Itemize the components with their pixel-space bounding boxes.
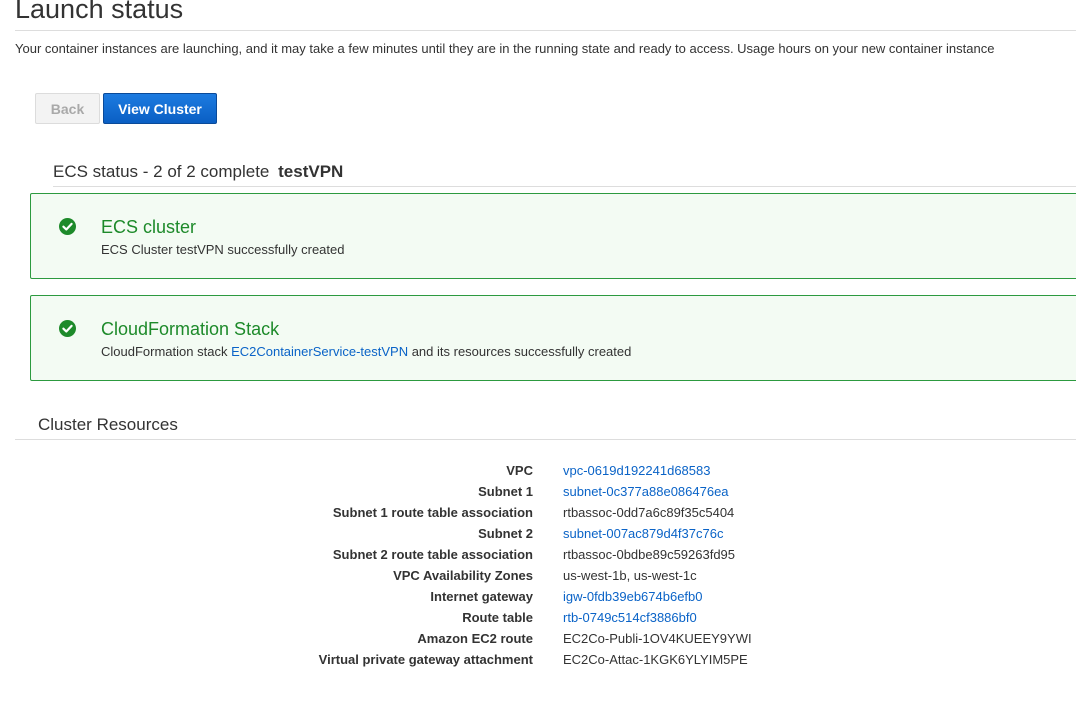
resource-row: Amazon EC2 route EC2Co-Publi-1OV4KUEEY9YW… <box>0 629 1076 650</box>
resource-value-link[interactable]: subnet-007ac879d4f37c76c <box>563 526 723 541</box>
ecs-status-divider <box>53 186 1076 187</box>
resource-label: Subnet 2 route table association <box>332 547 533 562</box>
resource-value: EC2Co-Publi-1OV4KUEEY9YWI <box>563 631 752 646</box>
status-card-title: ECS cluster <box>101 217 197 237</box>
resource-label: VPC Availability Zones <box>393 568 533 583</box>
resource-label: Subnet 1 <box>478 484 533 499</box>
status-card-ecs-cluster: ECS cluster ECS Cluster testVPN successf… <box>30 193 1076 279</box>
resource-row: Internet gateway igw-0fdb39eb674b6efb0 <box>0 587 1076 608</box>
resource-label: Amazon EC2 route <box>417 631 533 646</box>
resource-row: Virtual private gateway attachment EC2Co-… <box>0 650 1076 671</box>
ecs-status-progress: ECS status - 2 of 2 complete <box>53 162 270 181</box>
check-circle-icon <box>59 320 76 337</box>
back-button[interactable]: Back <box>35 93 100 124</box>
title-divider <box>15 30 1076 31</box>
cluster-resources-heading: Cluster Resources <box>38 415 178 434</box>
resource-value-link[interactable]: rtb-0749c514cf3886bf0 <box>563 610 697 625</box>
resource-row: Route table rtb-0749c514cf3886bf0 <box>0 608 1076 629</box>
resource-label: VPC <box>506 463 533 478</box>
cluster-resources-divider <box>15 439 1076 440</box>
status-card-text-before: CloudFormation stack <box>101 344 232 359</box>
resource-row: Subnet 2 subnet-007ac879d4f37c76c <box>0 524 1076 545</box>
resource-label: Internet gateway <box>430 589 533 604</box>
resource-value-link[interactable]: vpc-0619d192241d68583 <box>563 463 710 478</box>
resource-row: VPC Availability Zones us-west-1b, us-wes… <box>0 566 1076 587</box>
status-card-title: CloudFormation Stack <box>101 319 280 339</box>
resource-value: rtbassoc-0bdbe89c59263fd95 <box>563 547 736 562</box>
resource-value: EC2Co-Attac-1KGK6YLYIM5PE <box>563 652 748 667</box>
status-card-text: ECS Cluster testVPN successfully created <box>101 242 345 257</box>
status-card-message: ECS Cluster testVPN successfully created <box>101 242 344 257</box>
resource-row: Subnet 1 route table association rtbassoc… <box>0 503 1076 524</box>
launch-status-page: Launch status Your container instances a… <box>0 0 1076 726</box>
status-card-cloudformation-stack: CloudFormation Stack CloudFormation stac… <box>30 295 1076 381</box>
status-card-text-after: and its resources successfully created <box>408 344 632 359</box>
resource-label: Virtual private gateway attachment <box>318 652 533 667</box>
intro-text: Your container instances are launching, … <box>15 41 995 56</box>
resource-value-link[interactable]: subnet-0c377a88e086476ea <box>563 484 729 499</box>
resource-row: Subnet 2 route table association rtbassoc… <box>0 545 1076 566</box>
status-card-message: CloudFormation stack EC2ContainerService… <box>101 344 631 359</box>
ecs-status-heading: ECS status - 2 of 2 complete testVPN <box>53 162 343 182</box>
resource-row: Subnet 1 subnet-0c377a88e086476ea <box>0 482 1076 503</box>
resource-label: Route table <box>462 610 533 625</box>
resource-value: rtbassoc-0dd7a6c89f35c5404 <box>563 505 735 520</box>
resource-value-link[interactable]: igw-0fdb39eb674b6efb0 <box>563 589 703 604</box>
resource-label: Subnet 1 route table association <box>332 505 533 520</box>
resource-label: Subnet 2 <box>478 526 533 541</box>
page-title: Launch status <box>15 0 184 24</box>
cloudformation-stack-link[interactable]: EC2ContainerService-testVPN <box>231 344 408 359</box>
check-circle-icon <box>59 218 76 235</box>
resource-value: us-west-1b, us-west-1c <box>563 568 697 583</box>
resource-row: VPC vpc-0619d192241d68583 <box>0 461 1076 482</box>
view-cluster-button[interactable]: View Cluster <box>103 93 217 124</box>
ecs-status-cluster-name: testVPN <box>278 162 344 181</box>
